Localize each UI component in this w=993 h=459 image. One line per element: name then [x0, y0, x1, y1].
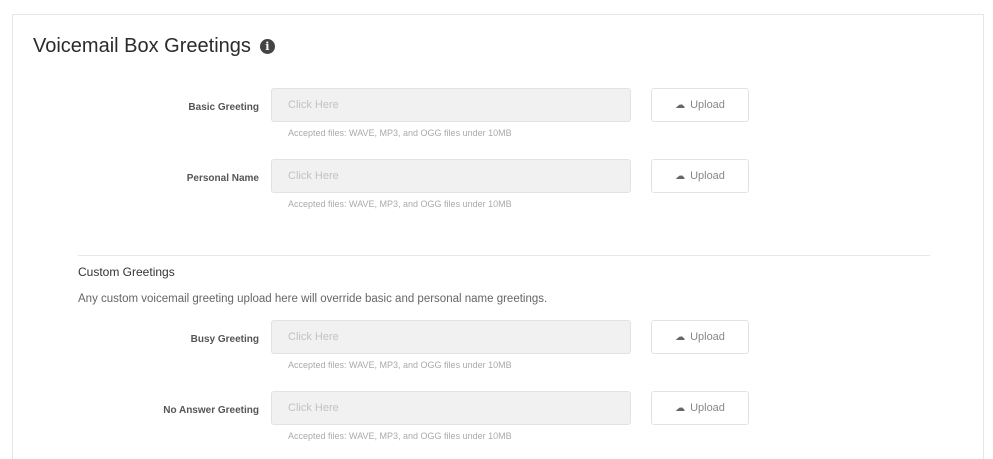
no-answer-greeting-upload-button[interactable]: ☁ Upload	[651, 391, 749, 425]
basic-greeting-label: Basic Greeting	[188, 102, 259, 113]
personal-name-label: Personal Name	[186, 173, 259, 184]
section-header: Voicemail Box Greetings i	[33, 35, 275, 58]
busy-greeting-help-text: Accepted files: WAVE, MP3, and OGG files…	[288, 360, 512, 370]
busy-greeting-label: Busy Greeting	[190, 334, 259, 345]
voicemail-greetings-panel: Voicemail Box Greetings i Basic Greeting…	[12, 14, 984, 459]
cloud-upload-icon: ☁	[675, 402, 686, 414]
cloud-upload-icon: ☁	[675, 99, 686, 111]
busy-greeting-file-input[interactable]: Click Here	[271, 320, 631, 354]
basic-greeting-help-text: Accepted files: WAVE, MP3, and OGG files…	[288, 128, 512, 138]
no-answer-greeting-row: No Answer Greeting Click Here Accepted f…	[13, 391, 983, 451]
upload-label: Upload	[690, 99, 725, 111]
no-answer-greeting-file-input[interactable]: Click Here	[271, 391, 631, 425]
upload-label: Upload	[690, 331, 725, 343]
personal-name-upload-button[interactable]: ☁ Upload	[651, 159, 749, 193]
busy-greeting-row: Busy Greeting Click Here Accepted files:…	[13, 320, 983, 380]
upload-label: Upload	[690, 402, 725, 414]
personal-name-row: Personal Name Click Here Accepted files:…	[13, 159, 983, 219]
busy-greeting-upload-button[interactable]: ☁ Upload	[651, 320, 749, 354]
custom-greetings-description: Any custom voicemail greeting upload her…	[78, 293, 548, 305]
personal-name-file-input[interactable]: Click Here	[271, 159, 631, 193]
no-answer-greeting-label: No Answer Greeting	[163, 405, 259, 416]
section-divider	[78, 255, 930, 256]
cloud-upload-icon: ☁	[675, 170, 686, 182]
custom-greetings-title: Custom Greetings	[78, 265, 175, 279]
upload-label: Upload	[690, 170, 725, 182]
no-answer-greeting-help-text: Accepted files: WAVE, MP3, and OGG files…	[288, 431, 512, 441]
personal-name-help-text: Accepted files: WAVE, MP3, and OGG files…	[288, 199, 512, 209]
section-title: Voicemail Box Greetings	[33, 35, 251, 57]
basic-greeting-upload-button[interactable]: ☁ Upload	[651, 88, 749, 122]
info-icon[interactable]: i	[259, 39, 275, 54]
basic-greeting-file-input[interactable]: Click Here	[271, 88, 631, 122]
cloud-upload-icon: ☁	[675, 331, 686, 343]
basic-greeting-row: Basic Greeting Click Here Accepted files…	[13, 88, 983, 148]
